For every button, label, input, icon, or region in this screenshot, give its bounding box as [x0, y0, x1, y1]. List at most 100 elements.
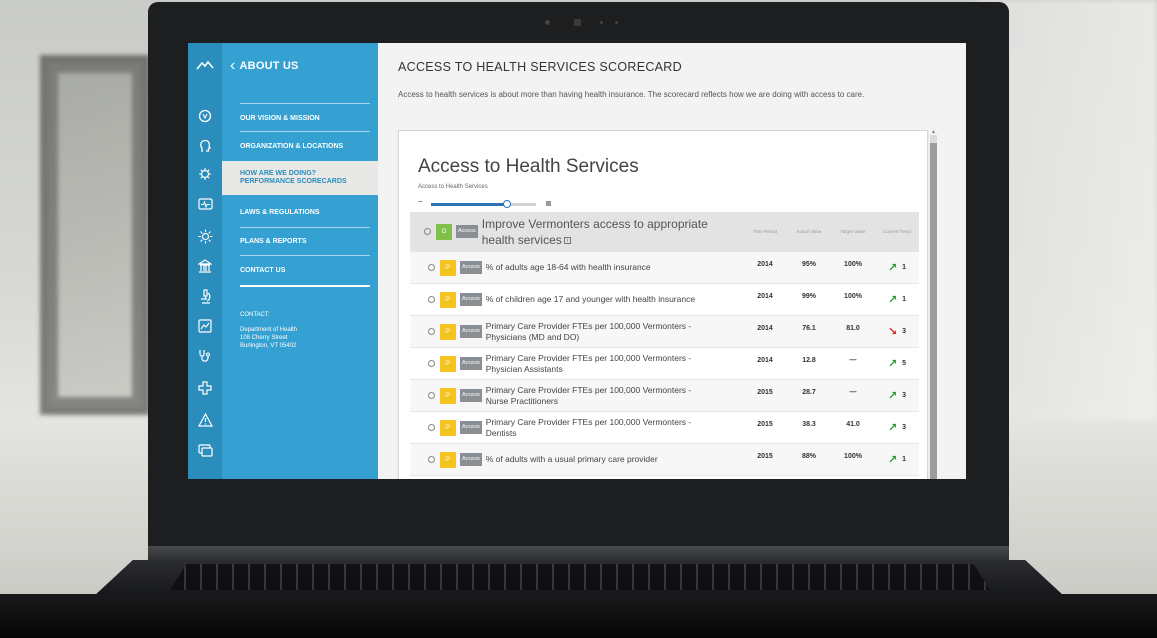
expand-toggle-icon[interactable] [428, 424, 435, 431]
category-tag: Access [460, 293, 482, 306]
nav-item-contact-us[interactable]: CONTACT US [222, 261, 378, 281]
measure-row[interactable]: P Access Primary Care Provider FTEs per 10… [410, 348, 919, 380]
clipboard-icon[interactable] [188, 443, 222, 461]
scrollbar[interactable] [930, 135, 937, 483]
measure-name[interactable]: Primary Care Provider FTEs per 100,000 V… [486, 353, 708, 375]
webcam-sensor-icon [574, 19, 582, 27]
measure-badge: P [440, 323, 456, 340]
category-tag: Access [460, 357, 482, 370]
collapse-toggle-icon[interactable] [424, 228, 431, 235]
logo-mountain-icon[interactable] [188, 57, 222, 75]
warning-icon[interactable] [188, 412, 222, 431]
expand-toggle-icon[interactable] [428, 264, 435, 271]
measure-row[interactable]: P Access % of adults with a usual primary … [410, 444, 919, 476]
measure-name[interactable]: % of children age 17 and younger with he… [486, 294, 708, 305]
category-tag: Access [460, 421, 482, 434]
head-profile-icon[interactable] [188, 139, 222, 157]
category-tag: Access [460, 389, 482, 402]
nav-item-plans-reports[interactable]: PLANS & REPORTS [222, 232, 378, 252]
back-label: ABOUT US [239, 59, 299, 72]
nav-item-performance-scorecards[interactable]: HOW ARE WE DOING? PERFORMANCE SCORECARDS [222, 161, 378, 195]
info-icon[interactable]: i [563, 236, 571, 244]
contact-line: Department of Health [240, 327, 298, 333]
nav-divider [240, 103, 370, 104]
sun-icon[interactable] [188, 229, 222, 248]
current-trend: ↗ 3 [875, 389, 919, 402]
column-header-actual-value: Actual Value [796, 228, 822, 234]
target-value: — [849, 357, 857, 364]
laptop-keyboard [170, 564, 990, 590]
current-trend: ↗ 1 [875, 261, 919, 274]
measure-name[interactable]: Primary Care Provider FTEs per 100,000 V… [486, 321, 708, 343]
expand-level-slider[interactable]: − [418, 197, 553, 209]
measure-badge: P [440, 419, 456, 436]
measure-name[interactable]: % of adults with a usual primary care pr… [486, 454, 708, 465]
scrollbar-thumb[interactable] [930, 143, 937, 483]
measure-badge: P [440, 387, 456, 404]
nav-item-label: HOW ARE WE DOING? PERFORMANCE SCORECARDS [240, 170, 347, 185]
slider-handle[interactable] [502, 200, 511, 208]
expand-toggle-icon[interactable] [428, 360, 435, 367]
category-tag: Access [460, 453, 482, 466]
building-icon[interactable] [188, 259, 222, 277]
webcam-lens-icon [544, 20, 550, 26]
nav-item-organization-locations[interactable]: ORGANIZATION & LOCATIONS [222, 137, 378, 157]
actual-value: 99% [801, 293, 816, 300]
measure-row[interactable]: P Access Primary Care Provider FTEs per 10… [410, 380, 919, 412]
stethoscope-icon[interactable] [188, 349, 222, 367]
actual-value: 95% [801, 261, 816, 268]
trend-up-arrow-icon: ↗ [887, 421, 898, 434]
slider-minus-icon[interactable]: − [418, 197, 423, 206]
slider-plus-icon[interactable] [546, 201, 551, 206]
column-header-current-trend: Current Trend [883, 228, 911, 234]
objective-row[interactable]: O Access Improve Vermonters access to ap… [410, 212, 919, 252]
objective-name[interactable]: Improve Vermonters access to appropriate… [482, 216, 718, 248]
measure-row[interactable]: P Access % of children age 17 and younger … [410, 284, 919, 316]
trend-count: 1 [902, 264, 907, 271]
trend-count: 5 [902, 360, 907, 367]
heart-monitor-icon[interactable] [188, 197, 222, 215]
foreground-edge [0, 594, 1157, 638]
actual-value: 12.8 [802, 357, 816, 364]
target-value: — [849, 389, 857, 396]
measure-badge: P [440, 451, 456, 468]
objective-badge: O [436, 223, 452, 240]
chart-icon[interactable] [188, 319, 222, 337]
webcam-light-icon [599, 21, 603, 25]
trend-up-arrow-icon: ↗ [887, 453, 898, 466]
trend-up-arrow-icon: ↗ [887, 261, 898, 274]
microscope-icon[interactable] [188, 289, 222, 308]
page-description: Access to health services is about more … [398, 90, 865, 99]
measure-name[interactable]: % of adults age 18-64 with health insura… [486, 262, 708, 273]
scorecard-table: O Access Improve Vermonters access to ap… [410, 212, 919, 483]
nav-divider [240, 227, 370, 228]
actual-value: 76.1 [802, 325, 816, 332]
expand-toggle-icon[interactable] [428, 392, 435, 399]
hand-coin-icon[interactable] [188, 109, 222, 127]
medical-cross-icon[interactable] [188, 381, 222, 399]
measure-row[interactable]: P Access Primary Care Provider FTEs per 10… [410, 412, 919, 444]
contact-block: CONTACT: Department of Health 108 Cherry… [240, 311, 370, 350]
expand-toggle-icon[interactable] [428, 456, 435, 463]
expand-toggle-icon[interactable] [428, 296, 435, 303]
virus-icon[interactable] [188, 167, 222, 185]
webcam-light-icon [615, 21, 619, 25]
time-period-value: 2014 [757, 261, 773, 268]
trend-count: 3 [902, 392, 907, 399]
measure-badge: P [440, 355, 456, 372]
measure-row[interactable]: P Access % of adults age 18-64 with health… [410, 252, 919, 284]
nav-item-label: ORGANIZATION & LOCATIONS [240, 143, 344, 150]
background-picture-frame [40, 55, 150, 415]
nav-item-laws-regulations[interactable]: LAWS & REGULATIONS [222, 203, 378, 223]
slider-track[interactable] [431, 200, 536, 208]
expand-toggle-icon[interactable] [428, 328, 435, 335]
main-content: ACCESS TO HEALTH SERVICES SCORECARD Acce… [378, 43, 966, 483]
back-to-about-us-link[interactable]: ‹ ABOUT US [222, 57, 378, 81]
current-trend: ↗ 3 [875, 421, 919, 434]
measure-name[interactable]: Primary Care Provider FTEs per 100,000 V… [486, 417, 708, 439]
nav-item-vision-mission[interactable]: OUR VISION & MISSION [222, 109, 378, 129]
measure-name[interactable]: Primary Care Provider FTEs per 100,000 V… [486, 385, 708, 407]
measure-row[interactable]: P Access Primary Care Provider FTEs per 10… [410, 316, 919, 348]
nav-divider [240, 285, 370, 287]
nav-item-label: LAWS & REGULATIONS [240, 209, 320, 216]
